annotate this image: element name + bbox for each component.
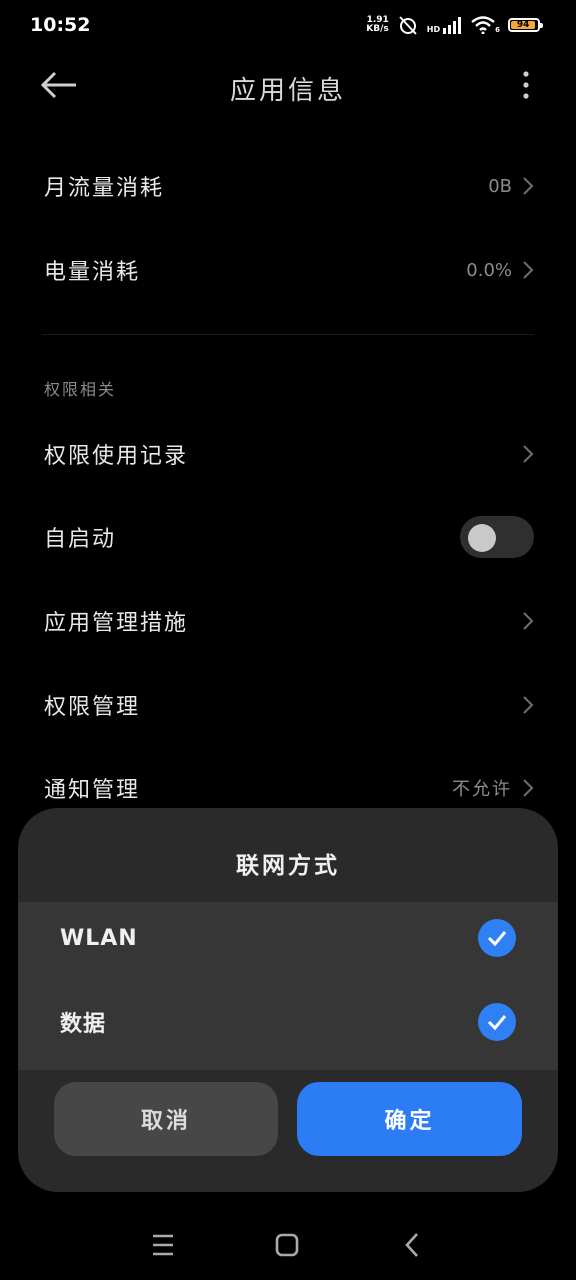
status-icons: 1.91 KB/s HD 6 94 [366,14,543,36]
more-vertical-icon [523,71,529,99]
autostart-toggle[interactable] [460,516,534,558]
row-value: 0.0% [466,259,512,281]
row-app-management[interactable]: 应用管理措施 [44,601,534,641]
option-wlan[interactable]: WLAN [60,913,516,963]
battery-icon: 94 [508,18,543,32]
row-value: 0B [488,175,512,197]
row-value: 不允许 [452,779,512,800]
menu-button[interactable] [150,1228,176,1262]
back-nav-button[interactable] [400,1228,422,1262]
row-battery-usage[interactable]: 电量消耗 0.0% [44,250,534,290]
row-label: 自启动 [44,527,117,552]
row-notification-management[interactable]: 通知管理 不允许 [44,768,534,808]
chevron-right-icon [523,445,534,463]
option-label: WLAN [60,925,138,951]
menu-icon [153,1234,173,1256]
option-data[interactable]: 数据 [60,997,516,1047]
chevron-right-icon [523,696,534,714]
page-title: 应用信息 [229,76,346,106]
network-mode-dialog: 联网方式 WLAN 数据 取消 确定 [18,808,558,1192]
row-label: 电量消耗 [44,260,141,285]
row-permission-management[interactable]: 权限管理 [44,685,534,725]
divider [42,334,534,335]
back-chevron-icon [405,1233,418,1257]
dialog-options: WLAN 数据 [18,902,558,1070]
row-label: 权限使用记录 [44,444,189,469]
confirm-button[interactable]: 确定 [297,1082,522,1156]
net-speed: 1.91 KB/s [366,16,388,34]
toggle-knob [468,524,496,552]
row-monthly-data[interactable]: 月流量消耗 0B [44,166,534,206]
chevron-right-icon [523,177,534,195]
wifi-icon: 6 [471,16,500,34]
row-label: 通知管理 [44,778,141,803]
row-autostart: 自启动 [44,516,534,558]
section-header-permissions: 权限相关 [44,380,117,399]
network-type: HD [426,25,441,34]
more-options-button[interactable] [516,70,536,100]
checkbox-checked-icon[interactable] [478,1003,516,1041]
dialog-title: 联网方式 [236,853,340,879]
chevron-right-icon [523,612,534,630]
home-square-icon [275,1233,299,1257]
battery-level: 94 [511,20,536,30]
row-label: 月流量消耗 [44,176,165,201]
checkbox-checked-icon[interactable] [478,919,516,957]
home-button[interactable] [274,1228,300,1262]
chevron-right-icon [523,261,534,279]
cell-signal-icon: HD [427,16,463,34]
option-label: 数据 [60,1012,107,1037]
alarm-off-icon [399,16,417,35]
row-permission-history[interactable]: 权限使用记录 [44,434,534,474]
wifi-sub-label: 6 [495,26,500,34]
cancel-button[interactable]: 取消 [54,1082,278,1156]
row-label: 权限管理 [44,695,141,720]
chevron-right-icon [523,779,534,797]
status-time: 10:52 [30,14,91,36]
net-speed-unit: KB/s [366,24,389,34]
row-label: 应用管理措施 [44,611,189,636]
